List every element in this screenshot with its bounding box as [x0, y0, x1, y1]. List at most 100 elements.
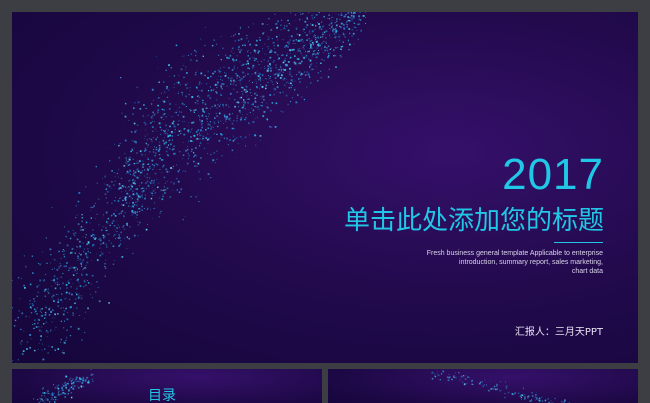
particle	[134, 213, 136, 215]
title-slide[interactable]: 2017 单击此处添加您的标题 Fresh business general t…	[12, 12, 638, 363]
particle	[124, 153, 126, 154]
particle	[65, 307, 67, 310]
particle	[302, 42, 304, 43]
particle	[352, 12, 355, 15]
particle	[465, 375, 467, 377]
particle	[137, 221, 139, 223]
particle	[70, 377, 72, 379]
particle	[239, 136, 242, 138]
particle	[345, 13, 347, 16]
particle	[185, 149, 187, 152]
particle	[280, 64, 281, 66]
particle	[316, 56, 318, 58]
particle	[81, 217, 84, 219]
particle	[63, 253, 65, 256]
particle	[481, 381, 483, 383]
particle	[290, 35, 293, 38]
particle	[104, 235, 106, 238]
particle	[158, 81, 160, 84]
particle	[316, 62, 318, 64]
particle	[252, 64, 255, 67]
particle	[72, 381, 75, 384]
particle	[120, 240, 122, 242]
particle	[235, 84, 237, 86]
particle	[142, 121, 144, 123]
particle	[458, 372, 460, 374]
particle	[60, 299, 62, 301]
particle	[164, 137, 165, 139]
particle	[79, 270, 81, 271]
particle	[285, 44, 288, 47]
particle	[42, 400, 45, 402]
particle	[496, 383, 498, 386]
particle	[252, 103, 254, 106]
particle	[337, 47, 339, 48]
particle	[227, 104, 229, 105]
particle	[106, 184, 109, 186]
particle	[104, 263, 106, 265]
particle	[274, 51, 277, 54]
particle	[106, 221, 108, 223]
particle	[150, 116, 153, 118]
particle	[212, 159, 215, 162]
particle	[130, 150, 132, 153]
particle	[183, 55, 185, 57]
slide-thumbnail-contents[interactable]: 目录	[12, 369, 322, 403]
particle	[115, 197, 116, 198]
particle	[49, 307, 51, 309]
particle	[138, 178, 140, 179]
particle	[437, 370, 438, 372]
particle	[211, 106, 213, 108]
particle	[292, 48, 295, 51]
particle	[213, 39, 215, 41]
particle	[232, 113, 233, 114]
particle	[284, 46, 286, 48]
particle	[312, 42, 314, 44]
particle	[58, 384, 60, 385]
particle	[23, 331, 25, 333]
particle	[150, 191, 152, 193]
particle	[57, 393, 60, 396]
particle	[137, 162, 139, 164]
particle	[82, 379, 85, 382]
particle	[72, 271, 73, 273]
particle	[320, 77, 322, 79]
particle	[218, 122, 220, 124]
particle	[168, 114, 170, 116]
particle	[142, 160, 144, 162]
particle	[178, 91, 179, 93]
particle	[112, 263, 115, 265]
particle	[182, 142, 184, 143]
particle	[269, 51, 271, 54]
particle	[331, 24, 333, 26]
particle	[211, 126, 213, 128]
particle	[41, 312, 42, 313]
slide-thumbnail[interactable]	[328, 369, 638, 403]
particle	[151, 103, 153, 105]
particle	[102, 178, 104, 179]
particle	[91, 378, 94, 380]
particle	[232, 88, 235, 91]
particle	[54, 329, 56, 331]
particle	[249, 43, 251, 46]
particle	[230, 77, 232, 79]
particle	[175, 111, 177, 114]
particle	[84, 318, 85, 319]
particle	[92, 297, 93, 299]
particle	[50, 393, 52, 395]
particle	[48, 308, 51, 311]
particle	[59, 393, 61, 395]
particle	[505, 388, 507, 390]
particle	[210, 75, 212, 78]
particle	[153, 179, 155, 182]
particle	[323, 15, 325, 18]
particle	[213, 152, 215, 154]
particle	[217, 125, 219, 128]
particle	[311, 63, 313, 65]
particle	[142, 171, 144, 173]
particle	[69, 387, 71, 389]
particle	[325, 37, 327, 39]
description-line: chart data	[571, 268, 603, 275]
particle	[285, 54, 288, 57]
particle	[353, 12, 356, 13]
